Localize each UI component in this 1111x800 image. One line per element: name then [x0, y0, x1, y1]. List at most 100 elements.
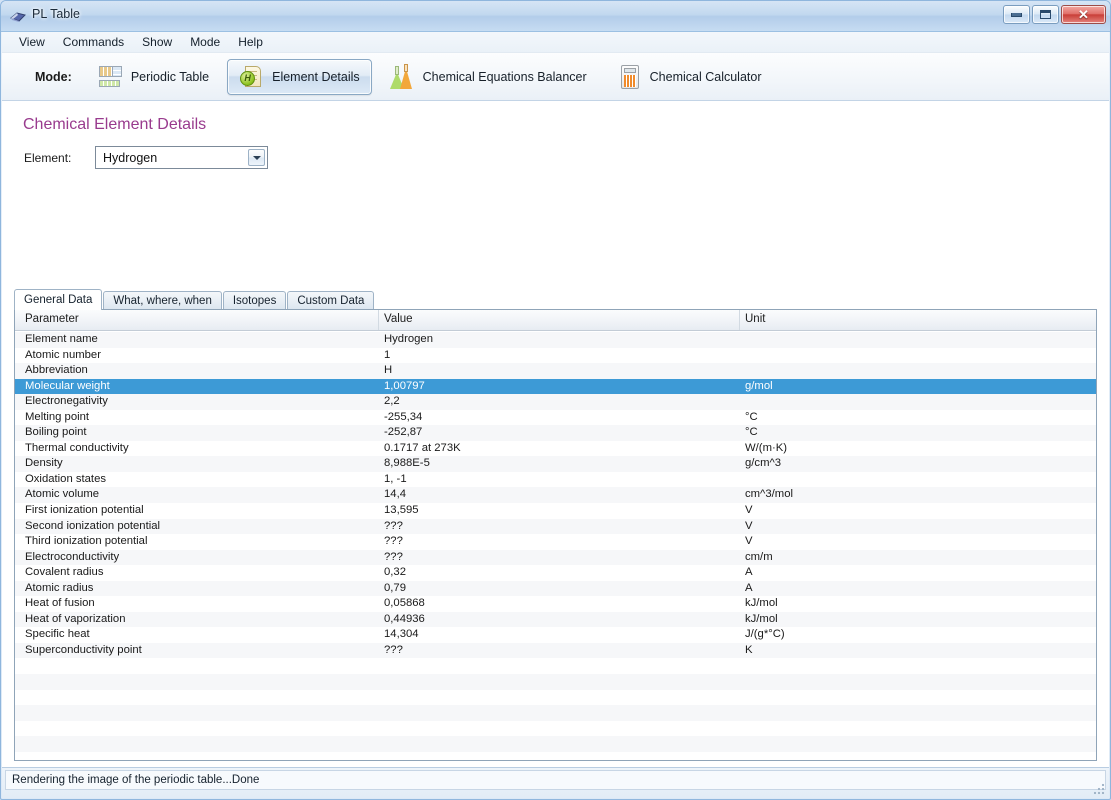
mode-button-label: Periodic Table	[130, 69, 210, 84]
element-selector-row: Element: Hydrogen	[24, 146, 268, 169]
column-header-unit[interactable]: Unit	[745, 313, 765, 325]
tab-what-where-when[interactable]: What, where, when	[103, 291, 222, 310]
cell-parameter: Boiling point	[25, 426, 87, 439]
cell-unit: cm/m	[745, 550, 773, 563]
table-row[interactable]	[15, 736, 1096, 752]
element-select-value: Hydrogen	[103, 150, 158, 165]
cell-parameter: Heat of vaporization	[25, 612, 126, 625]
table-row[interactable]: Oxidation states 1, -1	[15, 471, 1096, 488]
cell-parameter: Thermal conductivity	[25, 441, 129, 454]
mode-button-label: Chemical Equations Balancer	[422, 69, 587, 84]
table-row[interactable]: First ionization potential 13,595 V	[15, 503, 1096, 519]
table-row[interactable]	[15, 689, 1096, 706]
cell-value: 14,304	[384, 628, 419, 641]
mode-button-chemical-calculator[interactable]: Chemical Calculator	[605, 59, 774, 95]
column-header-value[interactable]: Value	[384, 313, 413, 325]
mode-label: Mode:	[35, 69, 72, 84]
element-badge: H	[240, 70, 256, 86]
close-icon: ✕	[1078, 7, 1089, 22]
mode-button-label: Element Details	[272, 69, 360, 84]
cell-parameter: Third ionization potential	[25, 535, 148, 548]
table-row[interactable]: Melting point -255,34 °C	[15, 409, 1096, 426]
status-message: Rendering the image of the periodic tabl…	[5, 770, 1106, 790]
mode-button-element-details[interactable]: H Element Details	[227, 58, 372, 95]
cell-parameter: Melting point	[25, 410, 90, 423]
table-row[interactable]: Boiling point -252,87 °C	[15, 425, 1096, 441]
tab-general-data[interactable]: General Data	[14, 289, 103, 310]
table-row[interactable]	[15, 658, 1096, 675]
cell-value: 13,595	[384, 504, 419, 517]
table-row[interactable]: Atomic number 1	[15, 347, 1096, 364]
close-button[interactable]: ✕	[1061, 5, 1106, 24]
mode-button-periodic-table[interactable]: Periodic Table	[86, 59, 221, 95]
status-bar: Rendering the image of the periodic tabl…	[2, 767, 1109, 798]
cell-value: 0,79	[384, 581, 406, 594]
toolbar: Mode: Periodic Table H Element Details C…	[2, 53, 1109, 101]
cell-parameter: Atomic radius	[25, 581, 94, 594]
cell-parameter: Abbreviation	[25, 364, 88, 377]
table-row[interactable]: Element name Hydrogen	[15, 332, 1096, 348]
table-row[interactable]	[15, 705, 1096, 721]
cell-unit: °C	[745, 426, 758, 439]
cell-value: -255,34	[384, 410, 423, 423]
cell-parameter: Atomic volume	[25, 488, 100, 501]
mode-button-label: Chemical Calculator	[649, 69, 762, 84]
element-label: Element:	[24, 150, 72, 165]
menu-item-mode[interactable]: Mode	[181, 33, 229, 51]
tab-custom-data[interactable]: Custom Data	[287, 291, 375, 310]
table-row[interactable]: Atomic radius 0,79 A	[15, 580, 1096, 597]
menu-bar: View Commands Show Mode Help	[2, 32, 1109, 53]
table-row[interactable]: Molecular weight 1,00797 g/mol	[15, 378, 1096, 395]
cell-unit: kJ/mol	[745, 597, 778, 610]
table-row[interactable]	[15, 751, 1096, 760]
table-row[interactable]: Superconductivity point??? K	[15, 642, 1096, 659]
cell-unit: kJ/mol	[745, 612, 778, 625]
table-row[interactable]: Heat of fusion 0,05868 kJ/mol	[15, 596, 1096, 612]
minimize-icon	[1011, 12, 1022, 17]
table-row[interactable]: Electroconductivity??? cm/m	[15, 549, 1096, 566]
table-row[interactable]	[15, 674, 1096, 690]
cell-parameter: First ionization potential	[25, 504, 144, 517]
column-header-parameter[interactable]: Parameter	[25, 313, 79, 325]
cell-value: 2,2	[384, 395, 400, 408]
cell-unit: A	[745, 566, 753, 579]
table-row[interactable]	[15, 720, 1096, 737]
cell-value: 0,44936	[384, 612, 425, 625]
table-row[interactable]: Second ionization potential??? V	[15, 518, 1096, 535]
table-row[interactable]: Specific heat 14,304 J/(g*°C)	[15, 627, 1096, 643]
cell-parameter: Electronegativity	[25, 395, 108, 408]
menu-item-show[interactable]: Show	[133, 33, 181, 51]
table-row[interactable]: Density 8,988E-5 g/cm^3	[15, 456, 1096, 472]
table-row[interactable]: Electronegativity 2,2	[15, 394, 1096, 410]
minimize-button[interactable]	[1003, 5, 1030, 24]
menu-item-commands[interactable]: Commands	[54, 33, 133, 51]
mode-button-equations-balancer[interactable]: Chemical Equations Balancer	[378, 59, 599, 95]
tab-isotopes[interactable]: Isotopes	[222, 291, 287, 310]
table-row[interactable]: Covalent radius 0,32 A	[15, 565, 1096, 581]
chevron-down-icon[interactable]	[248, 149, 265, 166]
cell-value: ???	[384, 550, 403, 563]
menu-item-help[interactable]: Help	[229, 33, 272, 51]
menu-item-view[interactable]: View	[10, 33, 54, 51]
table-row[interactable]: Atomic volume 14,4 cm^3/mol	[15, 487, 1096, 504]
table-row[interactable]: Thermal conductivity 0.1717 at 273K W/(m·K…	[15, 440, 1096, 457]
table-row[interactable]: Abbreviation H	[15, 363, 1096, 379]
table-row[interactable]: Third ionization potential??? V	[15, 534, 1096, 550]
table-row[interactable]: Heat of vaporization 0,44936 kJ/mol	[15, 611, 1096, 628]
cell-unit: J/(g*°C)	[745, 628, 785, 641]
cell-value: -252,87	[384, 426, 423, 439]
cell-value: 0,32	[384, 566, 406, 579]
cell-unit: V	[745, 504, 753, 517]
maximize-icon	[1040, 10, 1051, 19]
cell-value: 14,4	[384, 488, 406, 501]
element-select[interactable]: Hydrogen	[95, 146, 268, 169]
cell-unit: W/(m·K)	[745, 441, 788, 454]
cell-parameter: Atomic number	[25, 348, 101, 361]
element-data-table: Parameter Value Unit Element name Hydroge…	[14, 309, 1097, 761]
cell-parameter: Density	[25, 457, 63, 470]
maximize-button[interactable]	[1032, 5, 1059, 24]
cell-parameter: Specific heat	[25, 628, 90, 641]
window-controls: ✕	[1003, 5, 1106, 24]
resize-grip-icon[interactable]	[1093, 783, 1105, 795]
cell-parameter: Element name	[25, 333, 98, 345]
